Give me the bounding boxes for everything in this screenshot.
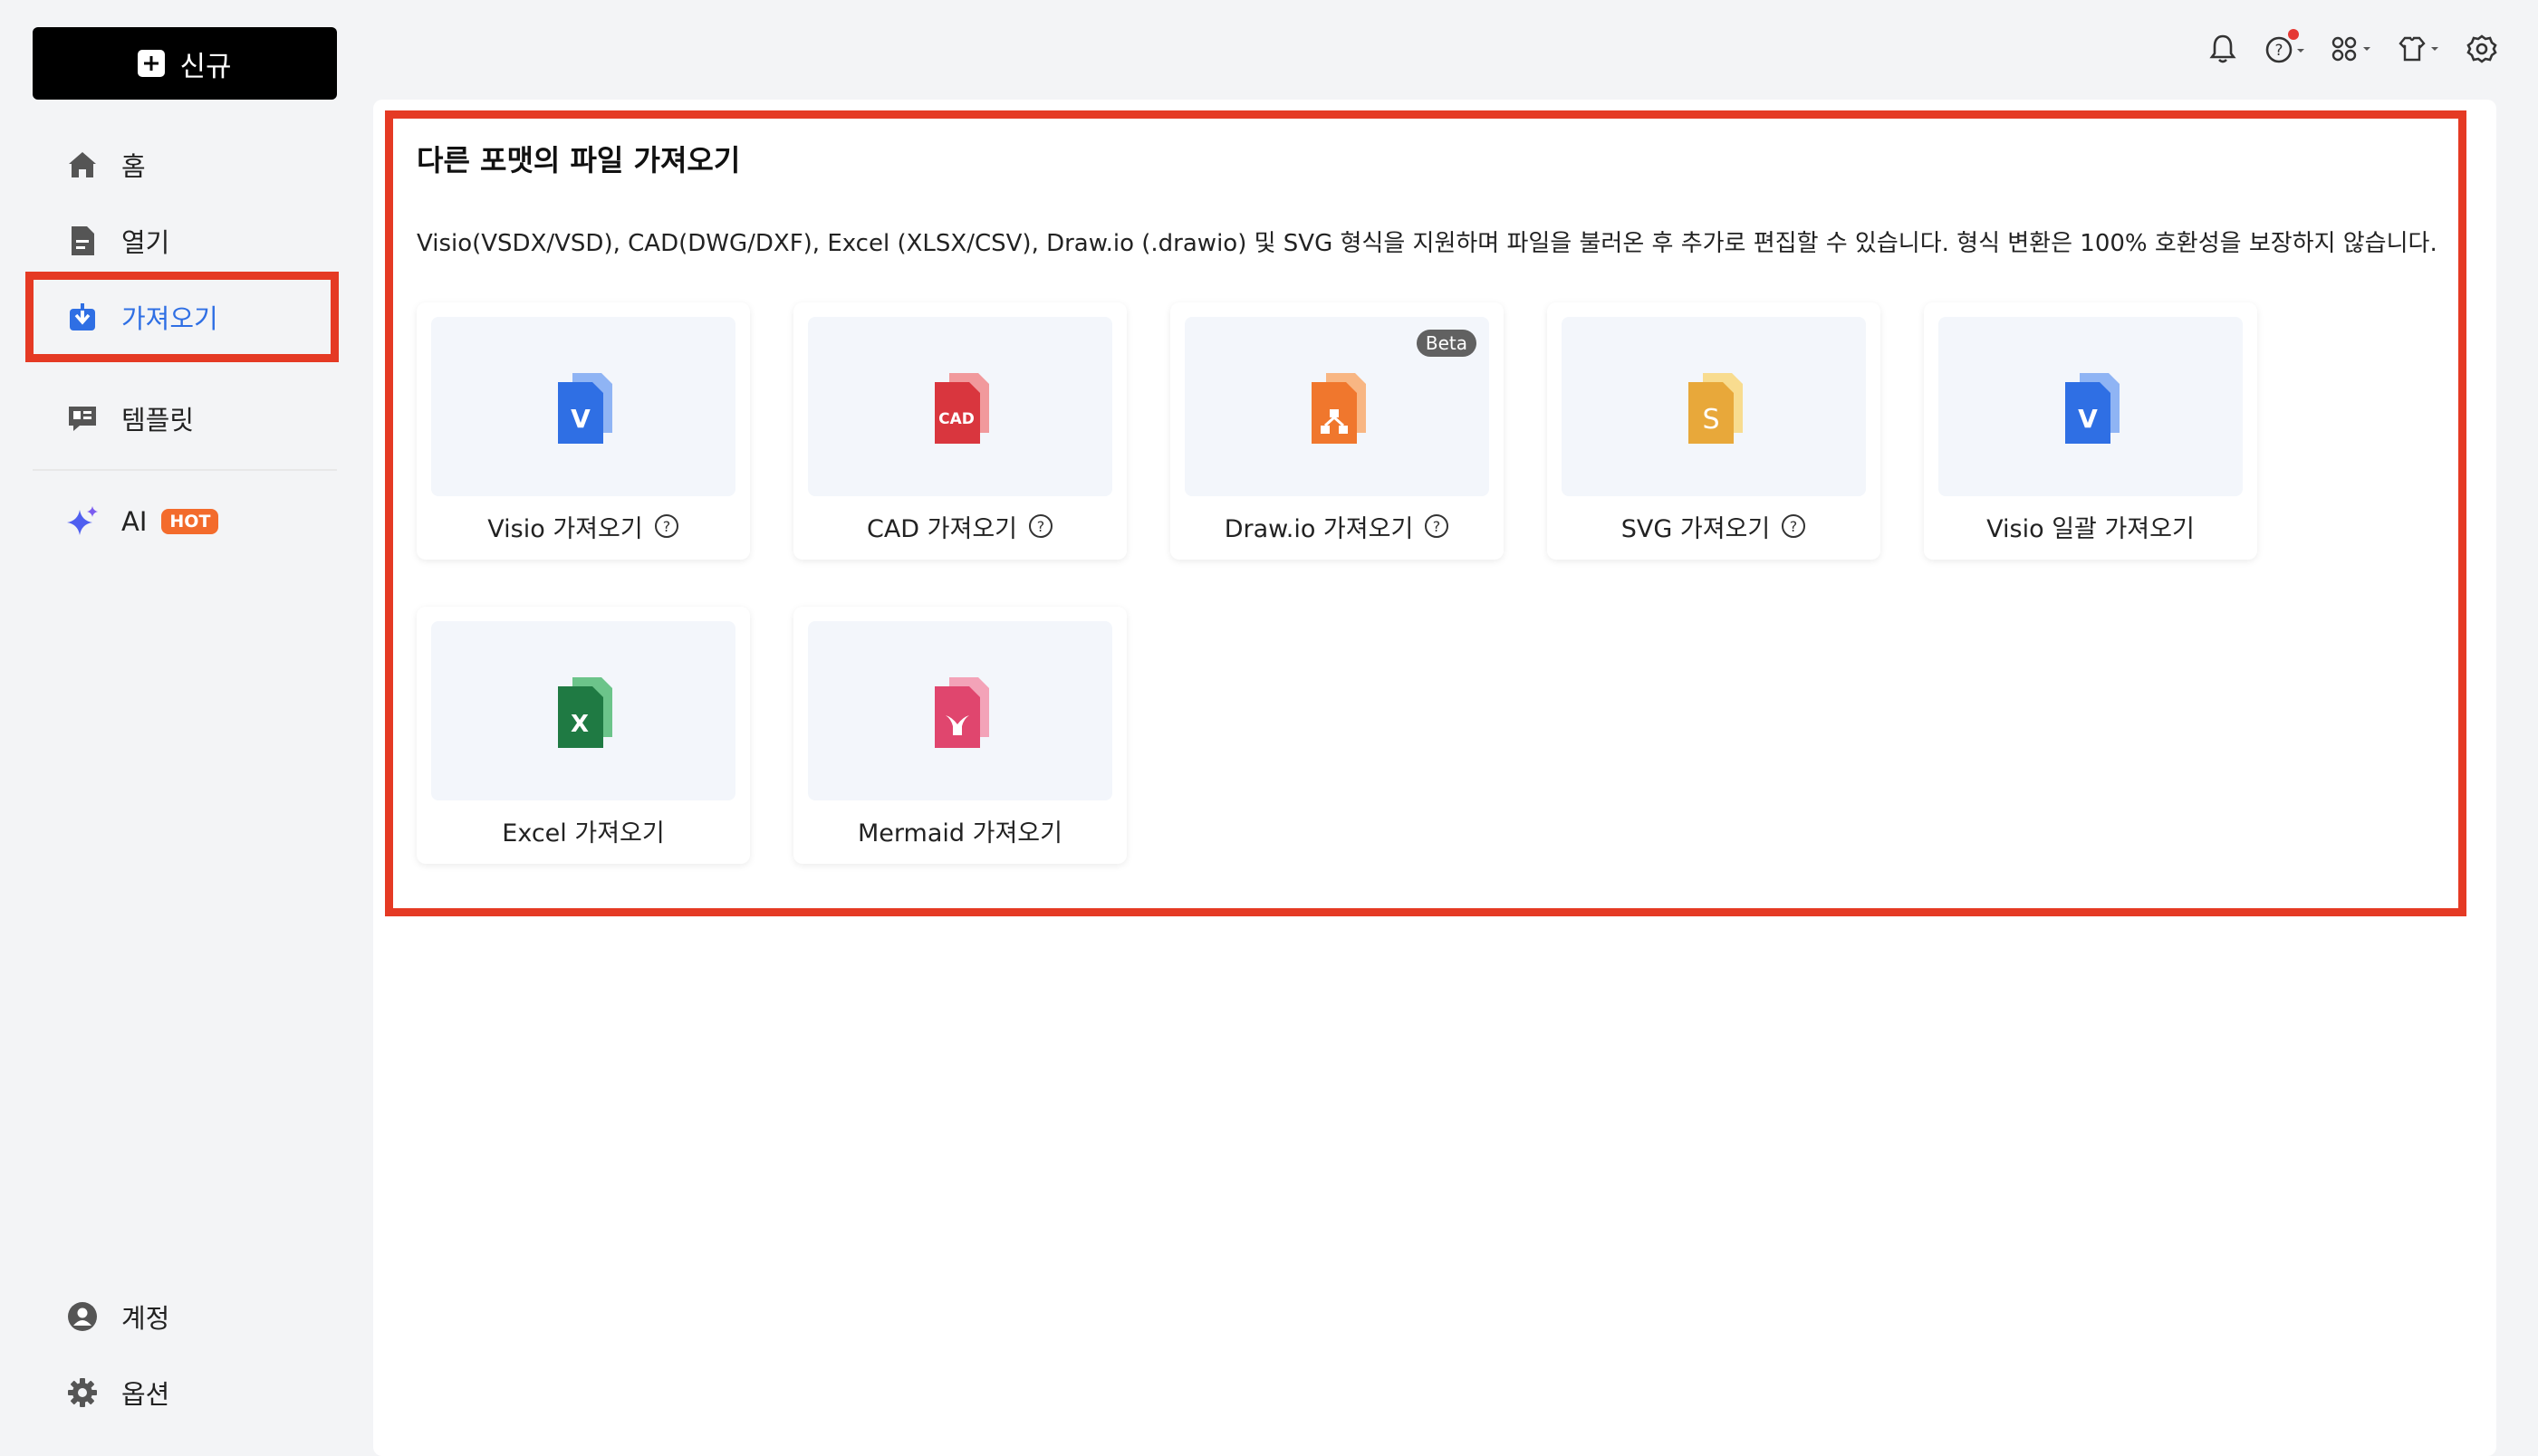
- visio-file-icon: V: [2065, 373, 2120, 444]
- notification-dot: [2288, 29, 2299, 40]
- sidebar-item-label: AI: [121, 506, 148, 537]
- card-label-row: Mermaid 가져오기: [793, 808, 1127, 853]
- card-label: Draw.io 가져오기: [1224, 514, 1414, 543]
- card-thumbnail: CAD: [808, 317, 1112, 496]
- card-thumbnail: V: [431, 317, 735, 496]
- sidebar-item-open[interactable]: 열기: [65, 214, 169, 268]
- card-label: Excel 가져오기: [502, 819, 665, 848]
- svg-text:?: ?: [662, 518, 670, 535]
- template-icon: [65, 401, 100, 436]
- help-circle-icon[interactable]: ?: [1028, 513, 1053, 539]
- import-card-drawio[interactable]: Beta Draw.io 가져오기 ?: [1170, 302, 1504, 560]
- svg-text:X: X: [571, 711, 589, 738]
- import-card-visio[interactable]: V Visio 가져오기 ?: [417, 302, 750, 560]
- new-button-label: 신규: [179, 50, 232, 83]
- card-thumbnail: [808, 621, 1112, 800]
- card-label-row: CAD 가져오기 ?: [793, 503, 1127, 549]
- beta-badge: Beta: [1416, 330, 1476, 357]
- svg-text:?: ?: [2274, 42, 2283, 60]
- svg-text:V: V: [571, 404, 591, 434]
- card-label-row: SVG 가져오기 ?: [1547, 503, 1880, 549]
- card-label: CAD 가져오기: [866, 514, 1018, 543]
- help-icon[interactable]: ?: [2261, 29, 2310, 67]
- sidebar-item-options[interactable]: 옵션: [65, 1365, 169, 1420]
- plus-icon: [138, 50, 166, 77]
- svg-text:CAD: CAD: [938, 410, 975, 428]
- apps-icon[interactable]: [2328, 31, 2377, 67]
- svg-text:?: ?: [1790, 518, 1798, 535]
- card-label-row: Excel 가져오기: [417, 808, 750, 853]
- import-card-svg[interactable]: S SVG 가져오기 ?: [1547, 302, 1880, 560]
- svg-text:?: ?: [1037, 518, 1045, 535]
- highlight-box-sidebar: [25, 272, 339, 362]
- svg-file-icon: S: [1688, 373, 1743, 444]
- help-circle-icon[interactable]: ?: [1781, 513, 1806, 539]
- help-circle-icon[interactable]: ?: [654, 513, 679, 539]
- card-label-row: Visio 일괄 가져오기: [1924, 503, 2257, 549]
- sidebar-item-label: 홈: [121, 151, 146, 182]
- import-card-excel[interactable]: X Excel 가져오기: [417, 607, 750, 864]
- card-thumbnail: S: [1562, 317, 1866, 496]
- sparkle-icon: [65, 504, 100, 539]
- sidebar-item-label: 옵션: [121, 1379, 170, 1410]
- sidebar-item-ai[interactable]: AI HOT: [65, 494, 219, 549]
- sidebar-item-label: 계정: [121, 1303, 170, 1334]
- page-title: 다른 포맷의 파일 가져오기: [417, 143, 741, 177]
- svg-text:S: S: [1702, 404, 1719, 436]
- home-icon: [65, 148, 100, 182]
- card-label-row: Visio 가져오기 ?: [417, 503, 750, 549]
- shirt-icon[interactable]: [2395, 31, 2444, 67]
- card-thumbnail: X: [431, 621, 735, 800]
- excel-file-icon: X: [558, 677, 612, 748]
- hot-badge: HOT: [161, 509, 219, 534]
- account-icon: [65, 1299, 100, 1334]
- card-label-row: Draw.io 가져오기 ?: [1170, 503, 1504, 549]
- sidebar-divider: [33, 469, 337, 471]
- mermaid-file-icon: [935, 677, 989, 748]
- document-icon: [65, 224, 100, 258]
- card-label: SVG 가져오기: [1620, 514, 1771, 543]
- sidebar: 신규 홈 열기 가져오기 템플릿 AI HOT 계정 옵션: [0, 0, 362, 1456]
- drawio-file-icon: [1312, 373, 1366, 444]
- svg-text:V: V: [2078, 404, 2098, 434]
- card-label: Visio 가져오기: [487, 514, 643, 543]
- card-label: Mermaid 가져오기: [858, 819, 1062, 848]
- import-card-mermaid[interactable]: Mermaid 가져오기: [793, 607, 1127, 864]
- bell-icon[interactable]: [2203, 31, 2243, 67]
- visio-file-icon: V: [558, 373, 612, 444]
- new-button[interactable]: 신규: [33, 27, 337, 100]
- sidebar-item-home[interactable]: 홈: [65, 138, 146, 192]
- gear-icon: [65, 1375, 100, 1410]
- sidebar-item-templates[interactable]: 템플릿: [65, 391, 194, 445]
- import-card-visio-batch[interactable]: V Visio 일괄 가져오기: [1924, 302, 2257, 560]
- help-circle-icon[interactable]: ?: [1424, 513, 1449, 539]
- card-label: Visio 일괄 가져오기: [1986, 514, 2195, 543]
- sidebar-item-label: 열기: [121, 227, 170, 258]
- import-description: Visio(VSDX/VSD), CAD(DWG/DXF), Excel (XL…: [417, 230, 2437, 257]
- sidebar-item-account[interactable]: 계정: [65, 1289, 169, 1344]
- sidebar-item-label: 템플릿: [121, 405, 195, 436]
- card-thumbnail: V: [1938, 317, 2243, 496]
- svg-text:?: ?: [1433, 518, 1441, 535]
- card-thumbnail: Beta: [1185, 317, 1489, 496]
- cad-file-icon: CAD: [935, 373, 989, 444]
- settings-icon[interactable]: [2462, 31, 2502, 67]
- import-card-cad[interactable]: CAD CAD 가져오기 ?: [793, 302, 1127, 560]
